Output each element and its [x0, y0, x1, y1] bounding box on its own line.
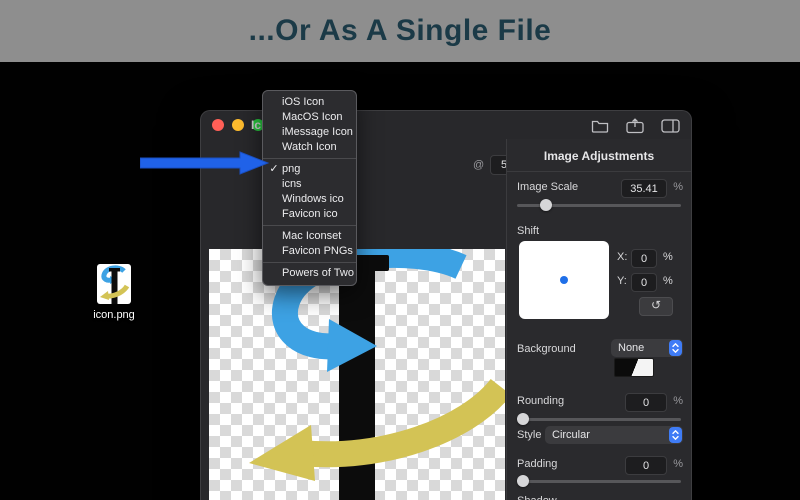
menu-item-ios-icon[interactable]: iOS Icon [263, 95, 356, 110]
slider-track [517, 480, 681, 483]
image-scale-value[interactable]: 35.41 [621, 179, 667, 198]
style-label: Style [517, 429, 542, 441]
style-dropdown[interactable]: Circular [545, 426, 683, 444]
background-dropdown[interactable]: None [611, 339, 683, 357]
slider-thumb[interactable] [517, 475, 529, 487]
menu-item-label: Mac Iconset [282, 230, 342, 242]
slider-thumb[interactable] [539, 199, 552, 211]
menu-item-label: Watch Icon [282, 141, 337, 153]
slider-thumb[interactable] [517, 413, 529, 425]
window-toolbar [589, 117, 681, 134]
menu-item-favicon-pngs[interactable]: Favicon PNGs [263, 244, 356, 259]
menu-item-mac-iconset[interactable]: Mac Iconset [263, 229, 356, 244]
menu-item-label: MacOS Icon [282, 111, 343, 123]
icon-preview-graphic [249, 249, 505, 500]
export-format-menu: iOS Icon MacOS Icon iMessage Icon Watch … [262, 90, 357, 286]
divider [507, 171, 691, 172]
menu-separator [263, 225, 356, 226]
preview-canvas[interactable] [209, 249, 505, 500]
padding-value[interactable]: 0 [625, 456, 667, 475]
annotation-arrow-icon [140, 151, 270, 175]
desktop-file-icon[interactable]: icon.png [78, 264, 150, 321]
shift-dot[interactable] [560, 276, 568, 284]
shift-y-value[interactable]: 0 [631, 273, 657, 292]
menu-item-label: Favicon PNGs [282, 245, 353, 257]
at-symbol: @ [473, 159, 485, 171]
menu-item-icns[interactable]: icns [263, 177, 356, 192]
background-swatch[interactable] [614, 358, 654, 377]
menu-item-windows-ico[interactable]: Windows ico [263, 192, 356, 207]
close-button[interactable] [212, 119, 224, 131]
menu-item-imessage-icon[interactable]: iMessage Icon [263, 125, 356, 140]
sidebar-toggle-icon[interactable] [659, 117, 681, 134]
shift-y-label: Y: [617, 275, 627, 287]
rounding-value[interactable]: 0 [625, 393, 667, 412]
file-label: icon.png [93, 309, 135, 321]
menu-item-label: Windows ico [282, 193, 344, 205]
image-scale-label: Image Scale [517, 181, 579, 193]
menu-item-label: Favicon ico [282, 208, 338, 220]
shift-x-label: X: [617, 251, 628, 263]
menu-item-watch-icon[interactable]: Watch Icon [263, 140, 356, 155]
menu-item-macos-icon[interactable]: MacOS Icon [263, 110, 356, 125]
shift-reset-button[interactable]: ↺ [639, 297, 673, 316]
menu-separator [263, 262, 356, 263]
chevron-up-down-icon [669, 340, 682, 356]
menu-item-favicon-ico[interactable]: Favicon ico [263, 207, 356, 222]
panel-title: Image Adjustments [543, 149, 655, 163]
padding-slider[interactable] [517, 475, 681, 487]
padding-label: Padding [517, 458, 558, 470]
image-adjustments-panel: Image Adjustments Image Scale 35.41 % Sh… [506, 139, 691, 500]
shift-x-value[interactable]: 0 [631, 249, 657, 268]
menu-separator [263, 158, 356, 159]
shift-x-unit: % [663, 251, 673, 263]
style-value: Circular [552, 429, 590, 441]
padding-unit: % [673, 458, 683, 470]
file-thumbnail [97, 264, 131, 304]
menu-item-label: Powers of Two [282, 267, 354, 279]
banner-title: ...Or As A Single File [248, 14, 552, 47]
rounding-label: Rounding [517, 395, 565, 407]
shift-label: Shift [517, 225, 540, 237]
export-icon[interactable] [624, 117, 646, 134]
slider-track [517, 418, 681, 421]
chevron-up-down-icon [669, 427, 682, 443]
shift-y-unit: % [663, 275, 673, 287]
rounding-slider[interactable] [517, 413, 681, 425]
background-value: None [618, 342, 645, 354]
shift-pad[interactable] [519, 241, 609, 319]
background-label: Background [517, 343, 576, 355]
shadow-label: Shadow [517, 495, 557, 500]
image-scale-unit: % [673, 181, 683, 193]
image-scale-slider[interactable] [517, 199, 681, 211]
menu-item-label: png [282, 163, 301, 175]
folder-icon[interactable] [589, 117, 611, 134]
menu-item-powers-of-two[interactable]: Powers of Two [263, 266, 356, 281]
menu-item-label: iOS Icon [282, 96, 325, 108]
rounding-unit: % [673, 395, 683, 407]
menu-item-png[interactable]: ✓ png [263, 162, 356, 177]
window-title: Ic [251, 118, 262, 132]
screen: ...Or As A Single File icon.png Ic @ Ima… [0, 0, 800, 500]
menu-item-label: icns [282, 178, 302, 190]
menu-item-label: iMessage Icon [282, 126, 353, 138]
minimize-button[interactable] [232, 119, 244, 131]
banner: ...Or As A Single File [0, 0, 800, 62]
